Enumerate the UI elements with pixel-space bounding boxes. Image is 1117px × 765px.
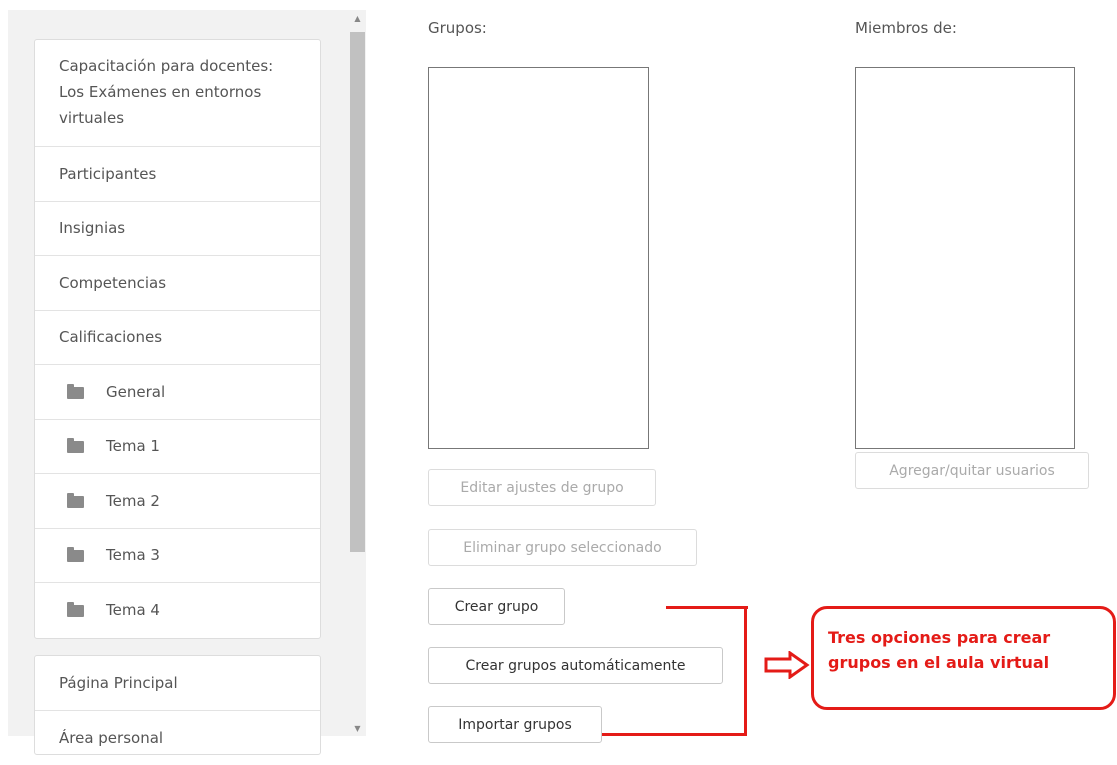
delete-group-button[interactable]: Eliminar grupo seleccionado [428, 529, 697, 566]
groups-listbox[interactable] [428, 67, 649, 449]
course-nav-card: Capacitación para docentes: Los Exámenes… [34, 39, 321, 639]
sidebar-item-tema-4[interactable]: Tema 4 [35, 583, 320, 638]
import-groups-button[interactable]: Importar grupos [428, 706, 602, 743]
edit-group-button[interactable]: Editar ajustes de grupo [428, 469, 656, 506]
create-group-button[interactable]: Crear grupo [428, 588, 565, 625]
folder-icon [67, 441, 84, 453]
callout-line-1: Tres opciones para crear [828, 625, 1113, 650]
sidebar-item-label: Competencias [59, 274, 166, 292]
sidebar-item-label: Calificaciones [59, 328, 162, 346]
sidebar-item-label: Página Principal [59, 674, 178, 692]
members-listbox[interactable] [855, 67, 1075, 449]
scrollbar-thumb[interactable] [350, 32, 365, 552]
sidebar-item-label: Tema 3 [106, 546, 160, 564]
sidebar-item-label: Tema 4 [106, 601, 160, 619]
arrow-right-icon [764, 651, 810, 679]
sidebar-item-label: Tema 1 [106, 437, 160, 455]
sidebar-item-area-personal[interactable]: Área personal [35, 711, 320, 765]
folder-icon [67, 387, 84, 399]
course-title-label: Capacitación para docentes: Los Exámenes… [59, 53, 298, 131]
sidebar-item-insignias[interactable]: Insignias [35, 202, 320, 257]
callout-line-2: grupos en el aula virtual [828, 650, 1113, 675]
sidebar-item-course-title[interactable]: Capacitación para docentes: Los Exámenes… [35, 40, 320, 147]
folder-icon [67, 605, 84, 617]
members-label: Miembros de: [855, 19, 957, 37]
bracket-vertical-line [744, 606, 747, 736]
sidebar-item-calificaciones[interactable]: Calificaciones [35, 311, 320, 366]
groups-label: Grupos: [428, 19, 487, 37]
sidebar-item-tema-3[interactable]: Tema 3 [35, 529, 320, 584]
sidebar-item-competencias[interactable]: Competencias [35, 256, 320, 311]
annotation-callout: Tres opciones para crear grupos en el au… [811, 606, 1116, 710]
sidebar-item-label: Área personal [59, 729, 163, 747]
sidebar-item-label: Participantes [59, 165, 156, 183]
auto-create-groups-button[interactable]: Crear grupos automáticamente [428, 647, 723, 684]
sidebar-item-tema-1[interactable]: Tema 1 [35, 420, 320, 475]
scroll-up-arrow-icon[interactable]: ▲ [349, 14, 366, 23]
sidebar-item-participantes[interactable]: Participantes [35, 147, 320, 202]
add-remove-users-button[interactable]: Agregar/quitar usuarios [855, 452, 1089, 489]
folder-icon [67, 550, 84, 562]
sidebar-item-tema-2[interactable]: Tema 2 [35, 474, 320, 529]
site-nav-card: Página Principal Área personal [34, 655, 321, 755]
sidebar-item-label: Tema 2 [106, 492, 160, 510]
sidebar-item-label: Insignias [59, 219, 125, 237]
sidebar-item-pagina-principal[interactable]: Página Principal [35, 656, 320, 711]
folder-icon [67, 496, 84, 508]
sidebar-item-label: General [106, 383, 165, 401]
sidebar-item-general[interactable]: General [35, 365, 320, 420]
scroll-down-arrow-icon[interactable]: ▼ [349, 724, 366, 733]
bracket-top-line [666, 606, 748, 609]
